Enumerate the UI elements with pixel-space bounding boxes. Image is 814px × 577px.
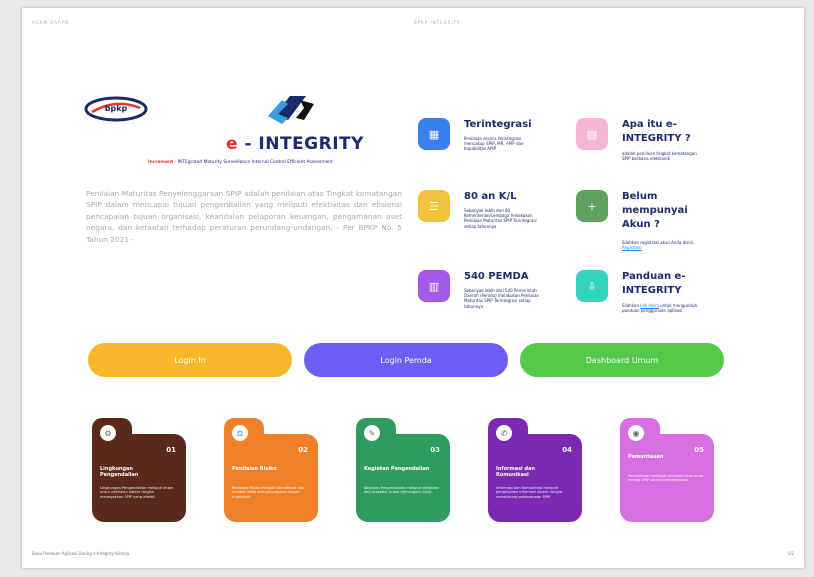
feature-desc: Sebanyak lebih dari 80 Kementerian/Lemba… [464,208,537,229]
feature-title: 540 PEMDA [464,271,529,282]
description-text: Penilaian Maturitas Penyelenggaraan SPIP… [86,189,402,244]
card-number: 01 [166,446,176,454]
registrasi-link[interactable]: Registrasi [622,245,642,250]
login-pemda-button[interactable]: Login Pemda [304,343,508,377]
card-desc: Penilaian Risiko meliputi identifikasi d… [232,486,305,499]
card-title: Lingkungan Pengendalian [100,466,139,478]
card-number: 04 [562,446,572,454]
footer-text: Buku Panduan Aplikasi Daring e-Integrity… [32,551,130,556]
feature-kl: ☰ 80 an K/L Sebanyak lebih dari 80 Kemen… [418,190,558,250]
card-kegiatan-pengendalian[interactable]: ✎ 03 Kegiatan Pengendalian Kegiatan Peng… [356,418,450,522]
feature-desc: Silahkan klik disini untuk mengunduh pan… [622,303,698,313]
eye-icon: ◉ [628,425,644,441]
card-pemantauan[interactable]: ◉ 05 Pemantauan Pemantauan meliputi peni… [620,418,714,522]
bpkp-logo-text: bpkp [105,104,128,113]
page-number: 1/2 [787,551,794,556]
feature-apa-itu: ▤ Apa itu e-INTEGRITY ? adalah penilaian… [576,118,716,174]
book-icon: ▤ [576,118,608,150]
card-number: 03 [430,446,440,454]
card-informasi-komunikasi[interactable]: ✆ 04 Informasi dan Komunikasi Informasi … [488,418,582,522]
feature-belum-akun: + Belum mempunyai Akun ? Silahkan regist… [576,190,716,256]
feature-title: Belum mempunyai Akun ? [622,191,688,230]
card-title: Pemantauan [628,454,664,460]
feature-desc: Sebanyak lebih dari 540 Pemerintah Daera… [464,288,540,309]
dashboard-umum-button[interactable]: Dashboard Umum [520,343,724,377]
card-number: 02 [298,446,308,454]
megaphone-icon: ✆ [496,425,512,441]
grid-icon: ▦ [418,118,450,150]
feature-desc: adalah penilaian tingkat kematangan SPIP… [622,151,697,162]
brand-title: e - INTEGRITY [226,134,364,154]
feature-title: 80 an K/L [464,191,517,202]
card-penilaian-risiko[interactable]: ⚖ 02 Penilaian Risiko Penilaian Risiko m… [224,418,318,522]
list-icon: ☰ [418,190,450,222]
feature-title: Terintegrasi [464,119,532,130]
scale-icon: ⚖ [232,425,248,441]
brand-name: - INTEGRITY [238,134,364,154]
card-desc: Kegiatan Pengendalian meliputi kebijakan… [364,486,440,495]
clipboard-icon: ✎ [364,425,380,441]
e-integrity-logo-mark [268,96,314,124]
brand-prefix: e [226,134,239,154]
building-icon: ▥ [418,270,450,302]
tagline: Increment - INTEgrated Maturity Surveill… [148,160,333,165]
download-icon: ⇩ [576,270,608,302]
tagline-text: - INTEgrated Maturity Surveillance Inter… [173,160,333,165]
user-plus-icon: + [576,190,608,222]
tagline-label: Increment [148,160,174,165]
bpkp-logo: bpkp [84,96,148,122]
header-left: AGAM DARYN [32,20,69,25]
card-lingkungan-pengendalian[interactable]: ⚙ 01 Lingkungan Pengendalian Lingkungan … [92,418,186,522]
feature-title: Panduan e-INTEGRITY [622,271,686,296]
card-desc: Informasi dan Komunikasi meliputi pengel… [496,486,562,499]
card-desc: Pemantauan meliputi penilaian atas mutu … [628,474,704,483]
card-title: Penilaian Risiko [232,466,277,472]
card-title: Informasi dan Komunikasi [496,466,536,478]
header-center: BPKP INTEGRITY [414,20,461,25]
card-number: 05 [694,446,704,454]
login-button[interactable]: Login In [88,343,292,377]
feature-title: Apa itu e-INTEGRITY ? [622,119,691,144]
gear-icon: ⚙ [100,425,116,441]
card-title: Kegiatan Pengendalian [364,466,430,472]
feature-panduan: ⇩ Panduan e-INTEGRITY Silahkan klik disi… [576,270,716,332]
document-page: AGAM DARYN BPKP INTEGRITY bpkp e - INTEG… [22,8,804,568]
feature-terintegrasi: ▦ Terintegrasi Penilaian secara terinteg… [418,118,558,168]
feature-desc: Penilaian secara terintegrasi mencakup S… [464,136,524,152]
feature-pemda: ▥ 540 PEMDA Sebanyak lebih dari 540 Peme… [418,270,558,330]
card-desc: Lingkungan Pengendalian meliputi enam un… [100,486,174,499]
feature-desc: Silahkan registrasi akun Anda disini. Re… [622,240,698,250]
